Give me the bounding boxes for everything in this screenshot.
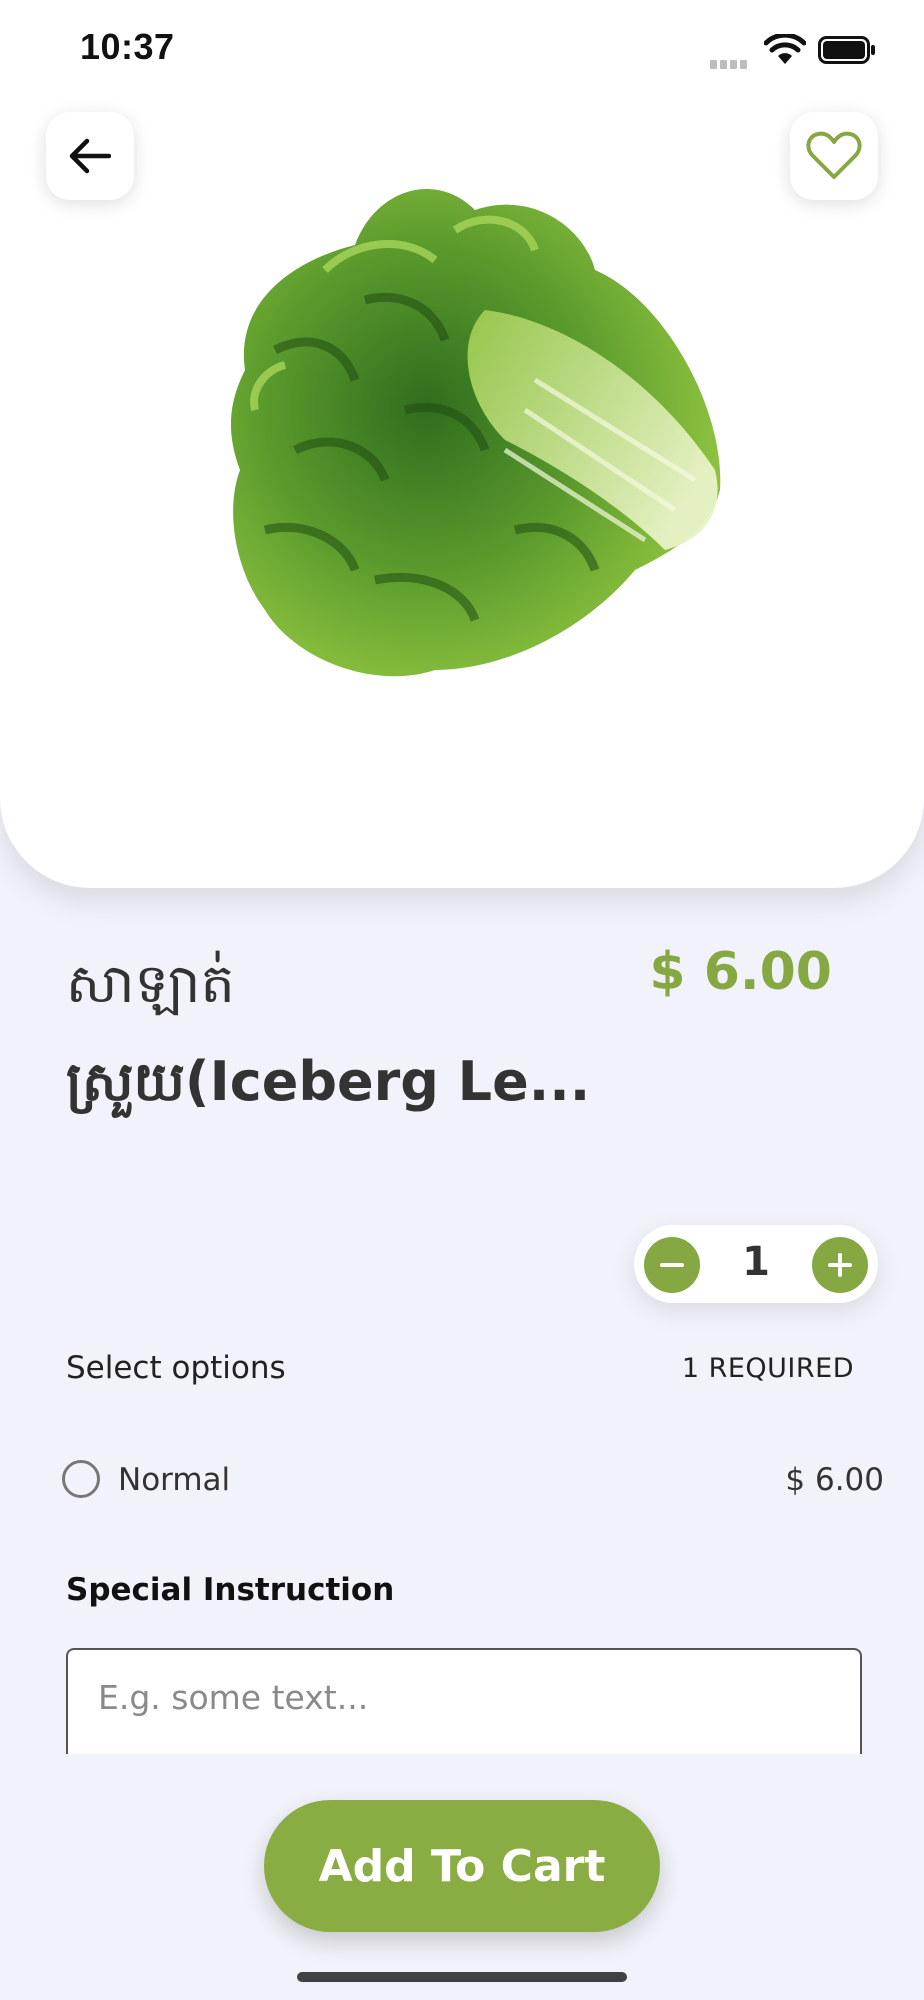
increase-quantity-button[interactable] [812, 1237, 868, 1293]
cellular-signal-icon [710, 54, 750, 73]
home-indicator [297, 1972, 627, 1982]
product-name-line1: សាឡាត់ [66, 952, 235, 1015]
lettuce-image [230, 188, 721, 677]
product-name-line2: ស្រួយ(Iceberg Le... [66, 1050, 591, 1113]
favorite-button[interactable] [790, 112, 878, 200]
product-price: $ 6.00 [649, 942, 832, 1002]
battery-icon [818, 36, 875, 64]
option-item-normal[interactable]: Normal $ 6.00 [62, 1458, 884, 1506]
option-price: $ 6.00 [785, 1462, 884, 1498]
status-bar: 10:37 [0, 0, 924, 100]
add-to-cart-button[interactable]: Add To Cart [264, 1800, 660, 1932]
select-options-label: Select options [66, 1350, 286, 1386]
heart-icon [806, 131, 862, 179]
back-button[interactable] [46, 112, 134, 200]
special-instruction-title: Special Instruction [66, 1572, 395, 1608]
required-badge: 1 REQUIRED [681, 1353, 854, 1384]
option-name: Normal [118, 1462, 231, 1498]
option-radio[interactable] [62, 1460, 100, 1498]
status-time: 10:37 [80, 26, 175, 67]
wifi-icon [764, 34, 806, 64]
arrow-left-icon [69, 138, 111, 174]
quantity-stepper: 1 [634, 1225, 878, 1303]
product-name: សាឡាត់ ស្រួយ(Iceberg Le... [66, 935, 626, 1131]
plus-icon [828, 1253, 852, 1277]
product-hero [0, 0, 924, 888]
